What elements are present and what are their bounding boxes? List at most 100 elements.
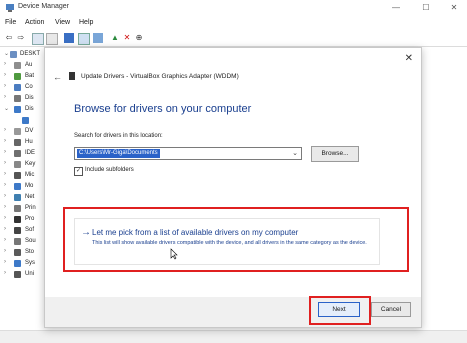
cancel-button[interactable]: Cancel bbox=[371, 302, 411, 317]
tree-item-label: Dis bbox=[25, 95, 34, 101]
tree-item-label: IDE bbox=[25, 150, 36, 156]
chevron-right-icon[interactable]: › bbox=[4, 149, 6, 155]
chevron-right-icon[interactable]: › bbox=[4, 237, 6, 243]
chevron-down-icon[interactable]: ⌄ bbox=[4, 105, 9, 112]
chevron-down-icon[interactable]: ⌄ bbox=[4, 50, 9, 57]
window-title: Device Manager bbox=[18, 3, 69, 10]
chevron-down-icon[interactable]: ⌄ bbox=[292, 148, 298, 159]
processor-icon bbox=[14, 216, 21, 223]
tree-item-label: Prin bbox=[25, 205, 36, 211]
network-icon bbox=[14, 194, 21, 201]
scan-hardware-icon[interactable]: ⊕ bbox=[134, 33, 144, 43]
menu-action[interactable]: Action bbox=[25, 19, 44, 26]
tree-root-label: DESKT bbox=[20, 51, 41, 57]
storage-icon bbox=[14, 249, 21, 256]
help-icon[interactable] bbox=[64, 33, 74, 43]
usb-icon bbox=[14, 271, 21, 278]
monitor-icon[interactable] bbox=[93, 33, 103, 43]
audio-icon bbox=[14, 62, 21, 69]
display-adapter-icon bbox=[14, 106, 21, 113]
chevron-right-icon[interactable]: › bbox=[4, 248, 6, 254]
sound-icon bbox=[14, 238, 21, 245]
update-driver-icon[interactable]: ▲ bbox=[110, 33, 120, 43]
include-subfolders-checkbox[interactable]: ✓ bbox=[74, 167, 83, 176]
tree-item-label: Dis bbox=[25, 106, 34, 112]
properties-icon[interactable] bbox=[32, 33, 44, 45]
computer-icon bbox=[10, 51, 17, 58]
status-bar bbox=[0, 330, 467, 343]
driver-path-value[interactable]: C:\Users\Mr-Giga\Documents bbox=[77, 149, 160, 158]
close-button[interactable]: ✕ bbox=[444, 2, 464, 14]
scan-icon[interactable] bbox=[78, 33, 90, 45]
dialog-close-button[interactable]: ✕ bbox=[405, 53, 413, 64]
tree-item-label: Net bbox=[25, 194, 35, 200]
tree-item-label: Mo bbox=[25, 183, 34, 189]
computer-icon bbox=[14, 84, 21, 91]
chevron-right-icon[interactable]: › bbox=[4, 138, 6, 144]
dialog-title: Update Drivers - VirtualBox Graphics Ada… bbox=[81, 73, 239, 80]
tree-item-label: Co bbox=[25, 84, 33, 90]
computer-icon[interactable] bbox=[46, 33, 58, 45]
ide-icon bbox=[14, 150, 21, 157]
device-icon bbox=[69, 72, 75, 80]
tree-item-label: Sof bbox=[25, 227, 35, 233]
highlight-annotation bbox=[309, 296, 371, 325]
chevron-right-icon[interactable]: › bbox=[4, 72, 6, 78]
device-manager-icon bbox=[6, 4, 14, 12]
chevron-right-icon[interactable]: › bbox=[4, 160, 6, 166]
hid-icon bbox=[14, 139, 21, 146]
mouse-cursor-icon bbox=[170, 248, 178, 260]
uninstall-icon[interactable]: ✕ bbox=[122, 33, 132, 43]
chevron-right-icon[interactable]: › bbox=[4, 259, 6, 265]
software-icon bbox=[14, 227, 21, 234]
dvd-icon bbox=[14, 128, 21, 135]
system-icon bbox=[14, 260, 21, 267]
highlight-annotation bbox=[63, 207, 409, 272]
printer-icon bbox=[14, 205, 21, 212]
monitor-icon bbox=[14, 183, 21, 190]
update-drivers-dialog: ✕ ← Update Drivers - VirtualBox Graphics… bbox=[44, 47, 422, 328]
disk-drive-icon bbox=[14, 95, 21, 102]
chevron-right-icon[interactable]: › bbox=[4, 127, 6, 133]
tree-item-label: Hu bbox=[25, 139, 33, 145]
tree-item-label: Mic bbox=[25, 172, 35, 178]
menu-help[interactable]: Help bbox=[79, 19, 93, 26]
chevron-right-icon[interactable]: › bbox=[4, 171, 6, 177]
menu-view[interactable]: View bbox=[55, 19, 70, 26]
forward-arrow-icon[interactable]: ⇨ bbox=[16, 33, 26, 43]
browse-button[interactable]: Browse... bbox=[311, 146, 359, 162]
chevron-right-icon[interactable]: › bbox=[4, 83, 6, 89]
title-bar: Device Manager — ☐ ✕ bbox=[0, 0, 467, 17]
tree-item-label: DV bbox=[25, 128, 34, 134]
chevron-right-icon[interactable]: › bbox=[4, 226, 6, 232]
chevron-right-icon[interactable]: › bbox=[4, 270, 6, 276]
chevron-right-icon[interactable]: › bbox=[4, 193, 6, 199]
mouse-icon bbox=[14, 172, 21, 179]
tree-item-label: Uni bbox=[25, 271, 35, 277]
tree-item-label: Pro bbox=[25, 216, 35, 222]
tree-item-label: Key bbox=[25, 161, 36, 167]
maximize-button[interactable]: ☐ bbox=[416, 2, 436, 14]
tree-item-label: Bat bbox=[25, 73, 35, 79]
chevron-right-icon[interactable]: › bbox=[4, 204, 6, 210]
chevron-right-icon[interactable]: › bbox=[4, 61, 6, 67]
search-location-label: Search for drivers in this location: bbox=[74, 133, 163, 139]
battery-icon bbox=[14, 73, 21, 80]
tree-item-label: Sto bbox=[25, 249, 35, 255]
tree-item-label: Sou bbox=[25, 238, 36, 244]
back-arrow-icon[interactable]: ⇦ bbox=[4, 33, 14, 43]
chevron-right-icon[interactable]: › bbox=[4, 215, 6, 221]
chevron-right-icon[interactable]: › bbox=[4, 182, 6, 188]
menu-file[interactable]: File bbox=[5, 19, 16, 26]
chevron-right-icon[interactable]: › bbox=[4, 94, 6, 100]
driver-path-combobox[interactable]: C:\Users\Mr-Giga\Documents ⌄ bbox=[74, 147, 302, 160]
tree-item-label: Au bbox=[25, 62, 33, 68]
toolbar: ⇦ ⇨ ▲ ✕ ⊕ bbox=[0, 31, 467, 45]
dialog-heading: Browse for drivers on your computer bbox=[74, 103, 252, 115]
menu-bar: File Action View Help bbox=[0, 17, 467, 29]
keyboard-icon bbox=[14, 161, 21, 168]
monitor-icon bbox=[22, 117, 29, 124]
back-arrow-icon[interactable]: ← bbox=[53, 72, 62, 82]
include-subfolders-label: Include subfolders bbox=[85, 167, 134, 173]
minimize-button[interactable]: — bbox=[386, 2, 406, 14]
